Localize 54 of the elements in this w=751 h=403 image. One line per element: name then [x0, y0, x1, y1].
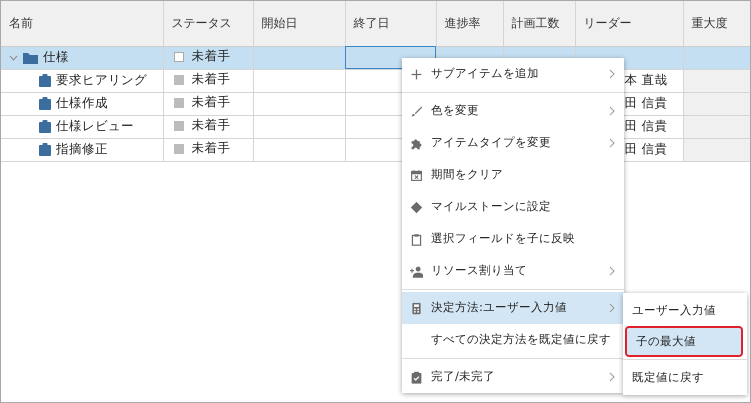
status-text: 未着手 — [192, 47, 230, 66]
menu-item[interactable]: 決定方法:ユーザー入力値 — [402, 292, 624, 324]
leader-text: 田 信貴 — [624, 141, 668, 156]
clipboard-check-icon — [410, 370, 423, 384]
status-icon — [174, 120, 184, 131]
status-icon — [174, 74, 184, 85]
calendar-icon — [410, 168, 423, 182]
column-header[interactable]: 終了日 — [345, 1, 436, 46]
calculator-icon — [410, 302, 423, 314]
status-text: 未着手 — [192, 70, 230, 88]
menu-item[interactable]: 期間をクリア — [402, 159, 624, 191]
item-name: 仕様レビュー — [56, 117, 134, 136]
person-add-icon — [410, 264, 423, 278]
clipboard-icon — [39, 97, 51, 110]
expand-caret-icon[interactable] — [9, 54, 18, 60]
column-header[interactable]: リーダー — [575, 1, 683, 46]
column-header[interactable]: 開始日 — [253, 1, 345, 46]
plus-icon — [410, 68, 423, 80]
status-icon — [174, 98, 184, 108]
column-header[interactable]: ステータス — [163, 1, 253, 46]
menu-item[interactable]: 選択フィールドを子に反映 — [402, 223, 624, 255]
item-name: 要求ヒアリング — [56, 71, 147, 90]
column-header[interactable]: 進捗率 — [436, 1, 503, 46]
clipboard-icon — [39, 120, 51, 133]
menu-item[interactable]: 既定値に戻す — [623, 362, 747, 393]
menu-item[interactable]: サブアイテムを追加 — [402, 58, 624, 90]
status-icon — [174, 144, 184, 154]
leader-text: 田 信貴 — [624, 95, 668, 110]
clipboard-icon — [410, 232, 423, 246]
menu-item[interactable]: アイテムタイプを変更 — [402, 127, 624, 159]
column-header[interactable]: 名前 — [1, 1, 163, 46]
folder-icon — [23, 52, 38, 64]
puzzle-icon — [410, 136, 423, 150]
item-name: 仕様作成 — [56, 94, 108, 112]
status-text: 未着手 — [192, 139, 230, 158]
item-name: 指摘修正 — [56, 140, 108, 158]
leader-text: 本 直哉 — [624, 72, 668, 88]
status-icon — [174, 52, 184, 62]
menu-item[interactable]: マイルストーンに設定 — [402, 191, 624, 223]
status-text: 未着手 — [192, 116, 230, 134]
menu-item[interactable]: 子の最大値 — [625, 326, 743, 357]
diamond-icon — [410, 200, 423, 214]
status-text: 未着手 — [192, 93, 230, 112]
menu-item[interactable]: ユーザー入力値 — [623, 295, 747, 326]
column-header[interactable]: 計画工数 — [503, 1, 575, 46]
menu-item[interactable]: 色を変更 — [402, 95, 624, 127]
item-name: 仕様 — [43, 48, 69, 66]
clipboard-icon — [39, 143, 51, 156]
menu-item[interactable]: すべての決定方法を既定値に戻す — [402, 324, 624, 356]
clipboard-icon — [39, 74, 51, 87]
brush-icon — [410, 104, 423, 118]
menu-item[interactable]: リソース割り当て — [402, 255, 624, 287]
column-header[interactable]: 重大度 — [683, 1, 750, 46]
leader-text: 田 信貴 — [624, 118, 668, 134]
